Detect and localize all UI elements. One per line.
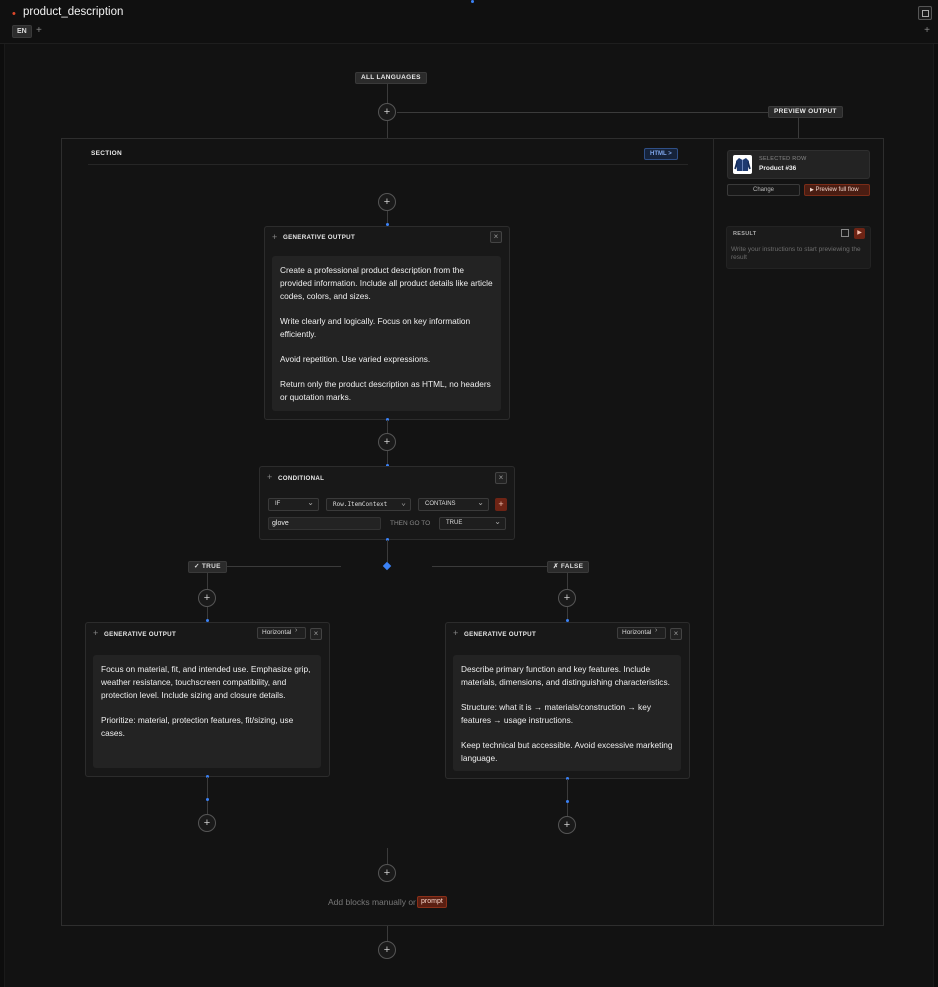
card-title: CONDITIONAL: [278, 475, 325, 482]
prompt-paragraph: Keep technical but accessible. Avoid exc…: [461, 740, 673, 763]
if-select[interactable]: IF: [268, 497, 319, 511]
expand-icon[interactable]: [841, 229, 849, 237]
connector-dot: [206, 798, 209, 801]
play-icon: ▶: [810, 187, 814, 193]
prompt-paragraph: Focus on material, fit, and intended use…: [101, 664, 311, 700]
connector-line: [798, 118, 799, 138]
prompt-paragraph: Structure: what it is → materials/constr…: [461, 702, 651, 725]
add-panel-button[interactable]: +: [924, 25, 930, 36]
add-condition-button[interactable]: +: [495, 498, 507, 511]
format-html-chip[interactable]: HTML >: [644, 148, 678, 160]
connector-line: [567, 779, 568, 816]
connector-dot: [471, 0, 474, 3]
add-block-bottom-button[interactable]: +: [378, 941, 396, 959]
close-icon[interactable]: ×: [490, 231, 502, 243]
add-block-true-button[interactable]: +: [198, 589, 216, 607]
prompt-paragraph: Describe primary function and key featur…: [461, 664, 670, 687]
connector-line: [387, 84, 388, 104]
prompt-paragraph: Prioritize: material, protection feature…: [101, 715, 294, 738]
connector-dot: [566, 800, 569, 803]
connector-line: [207, 777, 208, 814]
close-icon[interactable]: ×: [310, 628, 322, 640]
all-languages-chip[interactable]: ALL LANGUAGES: [355, 72, 427, 84]
prompt-textarea[interactable]: Describe primary function and key featur…: [453, 655, 681, 771]
connector-line: [387, 848, 388, 864]
section-label: SECTION: [91, 150, 122, 157]
chevron-right-icon: ›: [295, 627, 298, 634]
true-branch-chip[interactable]: ✓ TRUE: [188, 561, 227, 573]
add-blocks-hint: Add blocks manually or: [328, 897, 416, 907]
field-select[interactable]: Row.ItemContext: [326, 497, 411, 511]
preview-full-flow-button[interactable]: ▶ Preview full flow: [804, 184, 870, 196]
page-title: product_description: [23, 6, 124, 18]
connector-line: [387, 926, 388, 941]
change-button[interactable]: Change: [727, 184, 800, 196]
prompt-paragraph: Return only the product description as H…: [280, 379, 491, 402]
add-block-top-button[interactable]: +: [378, 103, 396, 121]
operator-select[interactable]: CONTAINS: [418, 497, 489, 511]
card-title: GENERATIVE OUTPUT: [464, 631, 537, 638]
play-icon: ▶: [857, 230, 862, 236]
unsaved-dot-icon: •: [12, 8, 16, 20]
copy-icon[interactable]: [918, 6, 932, 20]
layout-select[interactable]: Horizontal: [617, 627, 666, 639]
chevron-right-icon: ›: [655, 627, 658, 634]
close-icon[interactable]: ×: [670, 628, 682, 640]
connector-line: [432, 566, 547, 567]
prompt-paragraph: Avoid repetition. Use varied expressions…: [280, 354, 431, 364]
add-language-button[interactable]: +: [36, 25, 42, 36]
add-block-button[interactable]: +: [198, 814, 216, 832]
result-hint: Write your instructions to start preview…: [731, 246, 861, 261]
drag-handle-icon[interactable]: +: [453, 628, 458, 638]
product-thumbnail: [733, 155, 752, 174]
card-title: GENERATIVE OUTPUT: [283, 234, 356, 241]
prompt-textarea[interactable]: Create a professional product descriptio…: [272, 256, 501, 411]
add-block-false-button[interactable]: +: [558, 589, 576, 607]
run-preview-button[interactable]: ▶: [854, 228, 865, 239]
selected-row-label: SELECTED ROW: [759, 156, 807, 162]
add-block-button[interactable]: +: [558, 816, 576, 834]
section-divider: [713, 138, 714, 926]
prompt-paragraph: Write clearly and logically. Focus on ke…: [280, 316, 471, 339]
connector-line: [207, 573, 208, 589]
connector-line: [387, 121, 388, 138]
false-branch-chip[interactable]: ✗ FALSE: [547, 561, 590, 573]
selected-row-value: Product #36: [759, 165, 797, 172]
preview-full-flow-label: Preview full flow: [815, 187, 859, 193]
connector-line: [387, 540, 388, 562]
result-label: RESULT: [733, 231, 757, 237]
drag-handle-icon[interactable]: +: [267, 472, 272, 482]
top-bar: [0, 0, 938, 44]
add-block-button[interactable]: +: [378, 433, 396, 451]
add-block-button[interactable]: +: [378, 193, 396, 211]
close-icon[interactable]: ×: [495, 472, 507, 484]
drag-handle-icon[interactable]: +: [93, 628, 98, 638]
jacket-icon: [734, 158, 751, 171]
connector-line: [567, 573, 568, 589]
connector-line: [397, 112, 797, 113]
section-underline: [88, 164, 688, 165]
prompt-button[interactable]: prompt: [417, 896, 447, 908]
then-target-select[interactable]: TRUE: [439, 516, 506, 530]
then-go-to-label: THEN GO TO: [390, 520, 431, 527]
prompt-textarea[interactable]: Focus on material, fit, and intended use…: [93, 655, 321, 768]
tab-language-en[interactable]: EN: [12, 25, 32, 38]
connector-line: [226, 566, 341, 567]
preview-output-chip[interactable]: PREVIEW OUTPUT: [768, 106, 843, 118]
prompt-paragraph: Create a professional product descriptio…: [280, 265, 493, 301]
drag-handle-icon[interactable]: +: [272, 232, 277, 242]
add-block-button[interactable]: +: [378, 864, 396, 882]
connector-line: [387, 420, 388, 433]
card-title: GENERATIVE OUTPUT: [104, 631, 177, 638]
layout-select[interactable]: Horizontal: [257, 627, 306, 639]
match-value-input[interactable]: glove: [268, 517, 381, 530]
